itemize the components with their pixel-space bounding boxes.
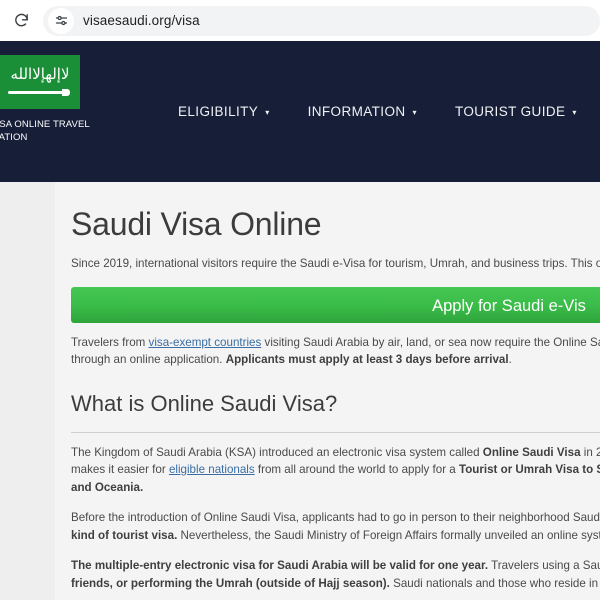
nav-item-eligibility[interactable]: ELIGIBILITY ▾ [178, 104, 270, 119]
about-paragraph-3: The multiple-entry electronic visa for S… [71, 557, 600, 592]
intro-paragraph: Since 2019, international visitors requi… [71, 257, 600, 270]
nav-item-label: INFORMATION [307, 104, 406, 119]
travelers-paragraph: Travelers from visa-exempt countries vis… [71, 334, 600, 369]
apply-for-saudi-evisa-button[interactable]: Apply for Saudi e-Vis [71, 286, 600, 323]
site-header: لاإلهإلاالله DI E-VISA ONLINE TRAVEL HOR… [0, 41, 600, 182]
section-title: What is Online Saudi Visa? [71, 390, 338, 416]
site-settings-button[interactable] [48, 7, 74, 34]
paragraph-line: The multiple-entry electronic visa for S… [71, 557, 600, 575]
emphasis-text: friends, or performing the Umrah (outsid… [71, 576, 390, 590]
body-text-segment: from all around the world to apply for a [254, 463, 459, 476]
chevron-down-icon: ▾ [572, 107, 577, 117]
paragraph-line: and Oceania. [71, 479, 600, 497]
address-bar[interactable]: visaesaudi.org/visa [43, 5, 600, 36]
about-paragraph-2: Before the introduction of Online Saudi … [71, 509, 600, 544]
travelers-text-after-link: visiting Saudi Arabia by air, land, or s… [261, 335, 600, 349]
paragraph-line: Before the introduction of Online Saudi … [71, 509, 600, 527]
page-background: Saudi Visa Online Since 2019, internatio… [0, 182, 600, 600]
visa-exempt-countries-link[interactable]: visa-exempt countries [149, 336, 262, 349]
saudi-flag-icon: لاإلهإلاالله [0, 55, 80, 109]
body-text-segment: in 2019. T [583, 445, 600, 459]
site-logo[interactable]: لاإلهإلاالله DI E-VISA ONLINE TRAVEL HOR… [0, 55, 118, 144]
content-card: Saudi Visa Online Since 2019, internatio… [55, 182, 600, 600]
browser-toolbar: visaesaudi.org/visa [0, 0, 600, 41]
body-text-segment: Before the introduction of Online Saudi … [71, 511, 600, 524]
tune-sliders-icon [55, 15, 67, 26]
chevron-down-icon: ▾ [265, 107, 270, 117]
nav-item-label: ELIGIBILITY [178, 104, 259, 119]
eligible-nationals-link[interactable]: eligible nationals [169, 463, 255, 476]
travelers-text-line2: through an online application. [71, 353, 226, 366]
about-paragraph-1: The Kingdom of Saudi Arabia (KSA) introd… [71, 444, 600, 497]
section-divider [71, 431, 600, 433]
flag-sword-icon [8, 89, 70, 96]
body-text-segment: makes it easier for [71, 463, 169, 476]
travelers-text-period: . [508, 353, 512, 366]
body-text-segment: The Kingdom of Saudi Arabia (KSA) introd… [71, 445, 483, 459]
apply-deadline-emphasis: Applicants must apply at least 3 days be… [225, 353, 509, 366]
body-text-segment: Saudi nationals and those who reside in … [393, 576, 600, 590]
nav-item-label: TOURIST GUIDE [454, 104, 566, 119]
travelers-text-before-link: Travelers from [71, 335, 149, 349]
reload-icon [14, 13, 28, 27]
emphasis-text: and Oceania. [71, 480, 144, 494]
paragraph-line: friends, or performing the Umrah (outsid… [71, 575, 600, 593]
flag-shahada-text: لاإلهإلاالله [10, 65, 70, 83]
emphasis-text: The multiple-entry electronic visa for S… [71, 559, 489, 572]
main-navigation: ELIGIBILITY ▾ INFORMATION ▾ TOURIST GUID… [178, 41, 600, 182]
paragraph-line: The Kingdom of Saudi Arabia (KSA) introd… [71, 444, 600, 462]
nav-item-tourist-guide[interactable]: TOURIST GUIDE ▾ [455, 104, 577, 119]
brand-tagline-line1: DI E-VISA ONLINE TRAVEL [0, 119, 90, 130]
reload-button[interactable] [8, 8, 34, 34]
paragraph-line: makes it easier for eligible nationals f… [71, 461, 600, 479]
emphasis-text: Online Saudi Visa [482, 445, 581, 459]
chevron-down-icon: ▾ [412, 107, 417, 117]
body-text-segment: Nevertheless, the Saudi Ministry of Fore… [177, 528, 600, 542]
nav-item-information[interactable]: INFORMATION ▾ [308, 104, 417, 119]
body-text-segment: Travelers using a Saudi e-V [491, 559, 600, 572]
paragraph-line: kind of tourist visa. Nevertheless, the … [71, 527, 600, 545]
emphasis-text: kind of tourist visa. [71, 528, 178, 542]
brand-tagline-line2: HORISATION [0, 132, 28, 143]
page-title: Saudi Visa Online [71, 206, 322, 242]
emphasis-text: Tourist or Umrah Visa to Saudi [458, 463, 600, 476]
url-text: visaesaudi.org/visa [83, 13, 200, 28]
brand-tagline: DI E-VISA ONLINE TRAVEL HORISATION [0, 118, 118, 144]
